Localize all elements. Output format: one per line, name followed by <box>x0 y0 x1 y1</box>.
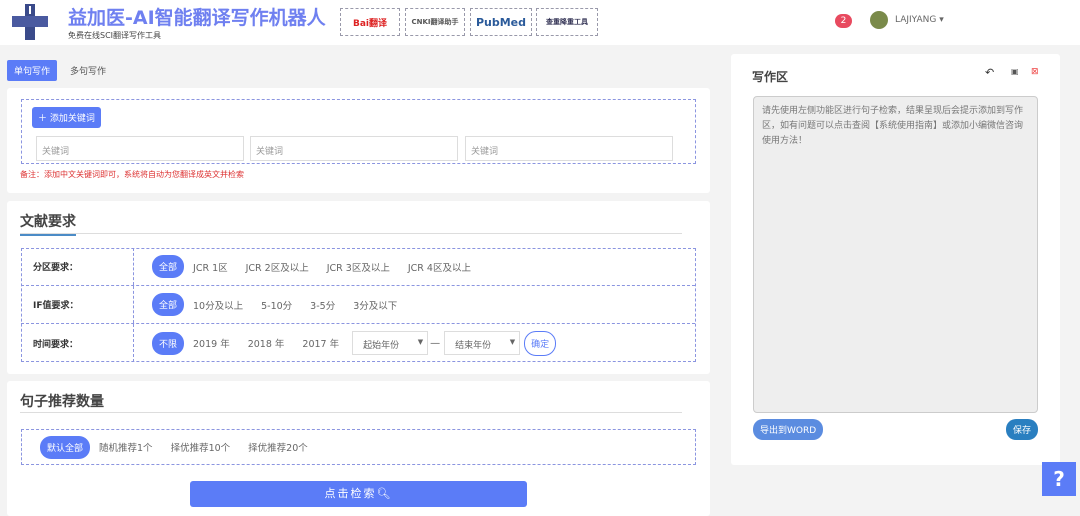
save-button[interactable]: 保存 <box>1006 419 1039 440</box>
writing-title: 写作区 <box>752 70 789 84</box>
tab-multi-sentence[interactable]: 多句写作 <box>63 60 113 81</box>
count-options: 默认全部 随机推荐1个 择优推荐10个 择优推荐20个 <box>21 429 696 465</box>
count-option-all[interactable]: 默认全部 <box>40 435 91 459</box>
copy-icon[interactable]: ▣ <box>1011 67 1019 76</box>
count-option[interactable]: 择优推荐20个 <box>239 440 317 454</box>
if-option[interactable]: 5-10分 <box>252 298 301 312</box>
count-option[interactable]: 随机推荐1个 <box>90 440 162 454</box>
caret-down-icon: ▼ <box>509 338 516 346</box>
add-keyword-button[interactable]: ＋ 添加关键词 <box>32 107 101 128</box>
pubmed-link[interactable]: PubMed <box>470 8 532 36</box>
zone-option-all[interactable]: 全部 <box>152 255 185 278</box>
app-subtitle: 免费在线SCI翻译写作工具 <box>68 31 162 40</box>
confirm-year-button[interactable]: 确定 <box>524 330 557 356</box>
time-option[interactable]: 2017 年 <box>293 336 348 350</box>
keyword-input-2[interactable]: 关键词 <box>250 136 458 161</box>
header: 益加医-AI智能翻译写作机器人 免费在线SCI翻译写作工具 Bai翻译 CNKI… <box>0 0 1080 45</box>
literature-title: 文献要求 <box>20 211 76 236</box>
caret-down-icon: ▾ <box>939 15 944 25</box>
avatar[interactable] <box>870 11 888 29</box>
plagiarism-tool-link[interactable]: 查重降重工具 <box>536 8 598 36</box>
zone-row: 分区要求： 全部 JCR 1区 JCR 2区及以上 JCR 3区及以上 JCR 4区及以… <box>21 248 695 286</box>
keyword-note: 备注：添加中文关键词即可，系统将自动为您翻译成英文并检索 <box>20 170 244 179</box>
clear-icon[interactable]: ⊠ <box>1031 67 1039 77</box>
end-year-select[interactable]: 结束年份 ▼ <box>444 331 521 355</box>
keyword-input-1[interactable]: 关键词 <box>36 136 244 161</box>
if-option[interactable]: 3分及以下 <box>344 298 406 312</box>
zone-label: 分区要求： <box>21 248 134 285</box>
zone-option[interactable]: JCR 4区及以上 <box>399 260 480 274</box>
tab-single-sentence[interactable]: 单句写作 <box>7 60 58 81</box>
time-label: 时间要求： <box>21 324 134 362</box>
if-label: IF值要求： <box>21 286 134 323</box>
start-year-value: 起始年份 <box>363 341 400 351</box>
zone-option[interactable]: JCR 2区及以上 <box>237 260 318 274</box>
if-option-all[interactable]: 全部 <box>152 293 185 316</box>
divider <box>20 412 682 413</box>
undo-icon[interactable]: ↶ <box>985 66 994 79</box>
cnki-translate-link[interactable]: CNKI翻译助手 <box>405 8 465 36</box>
if-option[interactable]: 3-5分 <box>301 298 344 312</box>
caret-down-icon: ▼ <box>417 338 424 346</box>
search-label: 点击检索 <box>324 487 377 500</box>
mode-tabs: 单句写作 多句写作 <box>7 60 113 81</box>
zone-option[interactable]: JCR 3区及以上 <box>318 260 399 274</box>
count-option[interactable]: 择优推荐10个 <box>162 440 240 454</box>
time-option-any[interactable]: 不限 <box>152 331 185 355</box>
time-row: 时间要求： 不限 2019 年 2018 年 2017 年 起始年份 ▼ — 结束年份 ▼… <box>21 324 695 362</box>
start-year-select[interactable]: 起始年份 ▼ <box>352 331 429 355</box>
user-menu[interactable]: LAJIYANG ▾ <box>895 15 944 25</box>
divider <box>20 233 682 234</box>
time-option[interactable]: 2018 年 <box>239 336 294 350</box>
writing-card: 写作区 ↶ ▣ ⊠ 请先使用左侧功能区进行句子检索，结果呈现后会提示添加到写作区… <box>731 54 1060 465</box>
add-keyword-label: 添加关键词 <box>49 114 95 124</box>
keyword-input-3[interactable]: 关键词 <box>465 136 673 161</box>
if-option[interactable]: 10分及以上 <box>184 298 252 312</box>
search-button[interactable]: 点击检索🔍︎ <box>190 481 527 507</box>
help-button[interactable]: ? <box>1042 462 1076 496</box>
count-title: 句子推荐数量 <box>20 394 104 410</box>
notification-badge[interactable]: 2 <box>835 14 852 28</box>
zone-option[interactable]: JCR 1区 <box>184 260 237 274</box>
writing-textarea[interactable]: 请先使用左侧功能区进行句子检索，结果呈现后会提示添加到写作区，如有问题可以点击查… <box>753 96 1038 413</box>
username: LAJIYANG <box>895 15 937 25</box>
end-year-value: 结束年份 <box>455 341 492 351</box>
export-word-button[interactable]: 导出到WORD <box>753 419 824 440</box>
baidu-translate-link[interactable]: Bai翻译 <box>340 8 400 36</box>
logo-cross-icon <box>12 4 48 40</box>
app-title: 益加医-AI智能翻译写作机器人 <box>68 7 326 29</box>
time-option[interactable]: 2019 年 <box>184 336 239 350</box>
if-row: IF值要求： 全部 10分及以上 5-10分 3-5分 3分及以下 <box>21 286 695 324</box>
search-icon: 🔍︎ <box>376 487 393 500</box>
